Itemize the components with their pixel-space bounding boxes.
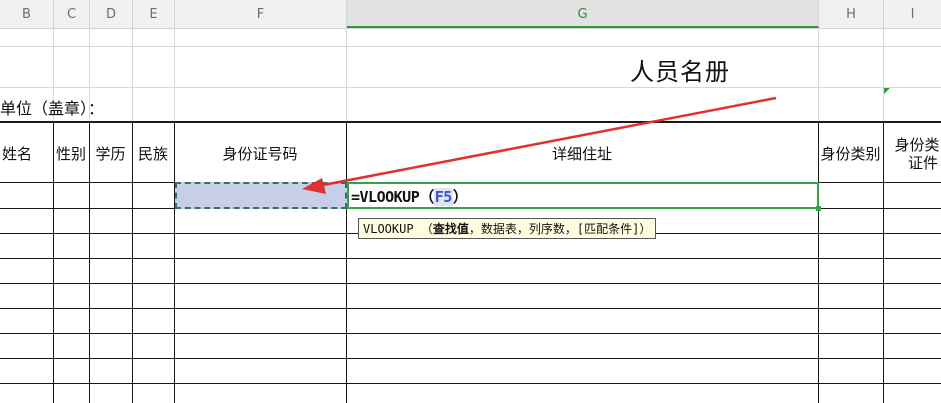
arrow-head-icon: [302, 178, 326, 194]
arrow-shaft: [317, 96, 777, 188]
annotation-arrow: [302, 96, 777, 194]
